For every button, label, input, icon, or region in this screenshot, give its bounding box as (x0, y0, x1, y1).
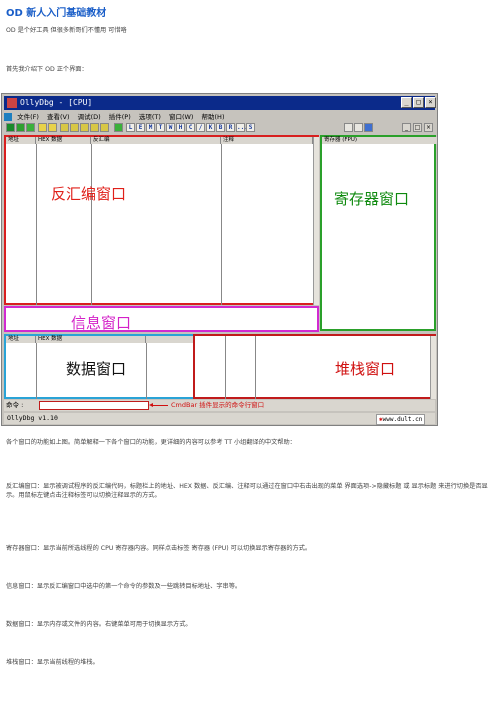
child-minimize-button[interactable]: _ (402, 123, 411, 132)
info-label: 信息窗口 (71, 314, 132, 332)
disasm-header-address[interactable]: 地址 (6, 137, 36, 144)
handles-button[interactable]: H (176, 123, 185, 132)
window-title: OllyDbg - [CPU] (20, 98, 93, 107)
paragraph-info: 信息窗口：显示反汇编窗口中选中的第一个命令的参数及一些跳转目标地址、字串等。 (6, 583, 242, 590)
goto-icon[interactable] (114, 123, 123, 132)
references-button[interactable]: R (226, 123, 235, 132)
intro-line-1: OD 是个好工具 但很多新哥们不懂用 可惜咯 (6, 27, 127, 34)
close-button[interactable]: × (425, 97, 436, 108)
cpu-button[interactable]: C (186, 123, 195, 132)
column-divider (36, 343, 37, 399)
appearance-icon[interactable] (354, 123, 363, 132)
windows-button[interactable]: W (166, 123, 175, 132)
disassembly-pane[interactable]: 地址 HEX 数据 反汇编 注释 反汇编窗口 (4, 135, 319, 305)
run-trace-button[interactable]: ... (236, 123, 248, 132)
restart-icon[interactable] (16, 123, 25, 132)
toolbar: L E M T W H C / K B R ... S _ □ × (4, 123, 435, 133)
stack-pane[interactable]: 堆栈窗口 (193, 334, 436, 399)
menu-window[interactable]: 窗口(W) (169, 113, 194, 121)
step-into-icon[interactable] (60, 123, 69, 132)
column-divider (255, 336, 256, 399)
menu-bar: 文件(F) 查看(V) 调试(D) 插件(P) 选项(T) 窗口(W) 帮助(H… (4, 112, 435, 122)
cmdbar-annotation: CmdBar 插件显示的命令行窗口 (171, 401, 265, 409)
maximize-button[interactable]: □ (413, 97, 424, 108)
status-bar: OllyDbg v1.10 ✱www.dult.cn (4, 413, 435, 425)
log-window-button[interactable]: L (126, 123, 135, 132)
paragraph-registers: 寄存器窗口：显示当前所选线程的 CPU 寄存器内容。同样点击标签 寄存器 (FP… (6, 545, 312, 552)
command-input[interactable] (39, 401, 149, 410)
breakpoints-button[interactable]: B (216, 123, 225, 132)
watermark-url: ✱www.dult.cn (376, 414, 426, 425)
close-program-icon[interactable] (26, 123, 35, 132)
column-divider (36, 144, 37, 305)
dump-header-hex[interactable]: HEX 数据 (36, 336, 146, 343)
register-header[interactable]: 寄存器 (FPU) (322, 137, 438, 144)
run-icon[interactable] (38, 123, 47, 132)
column-divider (221, 144, 222, 305)
threads-button[interactable]: T (156, 123, 165, 132)
menu-plugins[interactable]: 插件(P) (109, 113, 131, 121)
call-stack-button[interactable]: K (206, 123, 215, 132)
disasm-header-hex[interactable]: HEX 数据 (36, 137, 91, 144)
stack-scrollbar[interactable] (430, 336, 436, 399)
register-pane[interactable]: 寄存器 (FPU) 寄存器窗口 (320, 135, 438, 331)
register-label: 寄存器窗口 (334, 190, 410, 208)
column-divider (225, 336, 226, 399)
disasm-label: 反汇编窗口 (51, 185, 127, 203)
trace-into-icon[interactable] (80, 123, 89, 132)
pause-icon[interactable] (48, 123, 57, 132)
dump-label: 数据窗口 (66, 360, 127, 378)
step-over-icon[interactable] (70, 123, 79, 132)
ollydbg-bug-icon (7, 98, 17, 108)
window-titlebar: OllyDbg - [CPU] _ □ × (4, 96, 436, 110)
doc-title: OD 新人入门基础教材 (6, 8, 107, 19)
paragraph-intro: 各个窗口的功能如上图。简单解释一下各个窗口的功能，更详细的内容可以参考 TT 小… (6, 439, 296, 446)
disasm-scrollbar[interactable] (313, 137, 319, 305)
ollydbg-window: OllyDbg - [CPU] _ □ × 文件(F) 查看(V) 调试(D) … (1, 93, 438, 426)
dump-header-address[interactable]: 地址 (6, 336, 36, 343)
child-maximize-button[interactable]: □ (413, 123, 422, 132)
mdi-cpu-icon (4, 113, 12, 121)
paragraph-dump: 数据窗口：显示内存或文件的内容。右键菜单可用于切换显示方式。 (6, 621, 192, 628)
status-version: OllyDbg v1.10 (7, 414, 58, 422)
info-pane[interactable]: 信息窗口 (4, 306, 319, 332)
command-bar: 命令 : CmdBar 插件显示的命令行窗口 (4, 400, 435, 411)
arrow-head-icon (149, 403, 153, 407)
child-close-button[interactable]: × (424, 123, 433, 132)
patches-button[interactable]: / (196, 123, 205, 132)
menu-help[interactable]: 帮助(H) (202, 113, 225, 121)
minimize-button[interactable]: _ (401, 97, 412, 108)
menu-view[interactable]: 查看(V) (47, 113, 70, 121)
menu-file[interactable]: 文件(F) (17, 113, 39, 121)
open-icon[interactable] (6, 123, 15, 132)
intro-line-2: 首先我介绍下 OD 正个界面： (6, 66, 88, 73)
memory-map-button[interactable]: M (146, 123, 155, 132)
execute-till-return-icon[interactable] (100, 123, 109, 132)
disasm-header-disassembly[interactable]: 反汇编 (91, 137, 221, 144)
paragraph-disassembly: 反汇编窗口：显示被调试程序的反汇编代码，标题栏上的地址、HEX 数据、反汇编、注… (6, 483, 488, 499)
command-label: 命令 : (6, 401, 24, 409)
menu-options[interactable]: 选项(T) (139, 113, 161, 121)
help-icon[interactable] (364, 123, 373, 132)
column-divider (91, 144, 92, 305)
menu-debug[interactable]: 调试(D) (78, 113, 101, 121)
column-divider (146, 343, 147, 399)
source-button[interactable]: S (246, 123, 255, 132)
executable-modules-button[interactable]: E (136, 123, 145, 132)
dump-pane[interactable]: 地址 HEX 数据 数据窗口 (4, 334, 212, 399)
arrow-icon (152, 405, 168, 406)
stack-label: 堆栈窗口 (335, 360, 396, 378)
disasm-header-comment[interactable]: 注释 (221, 137, 313, 144)
paragraph-stack: 堆栈窗口：显示当前线程的堆栈。 (6, 659, 99, 666)
trace-over-icon[interactable] (90, 123, 99, 132)
options-icon[interactable] (344, 123, 353, 132)
